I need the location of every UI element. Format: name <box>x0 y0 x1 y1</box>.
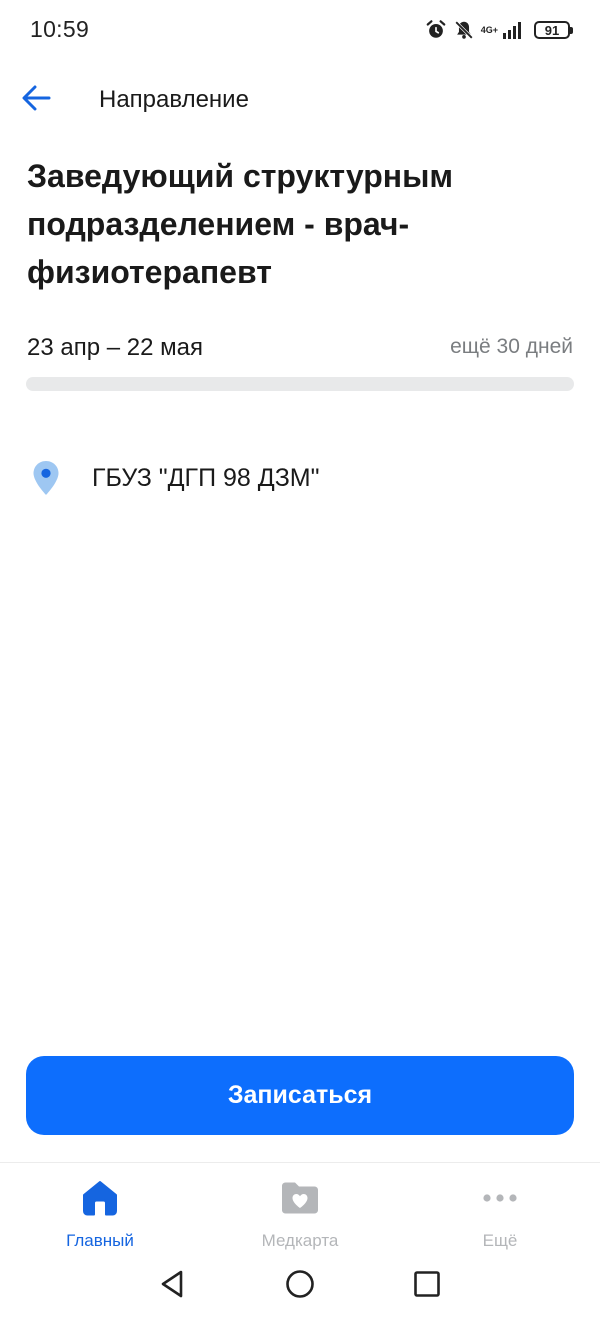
network-type-label: 4G+ <box>480 24 498 35</box>
system-back-button[interactable] <box>152 1266 192 1306</box>
system-home-button[interactable] <box>280 1266 320 1306</box>
nav-label-home: Главный <box>66 1231 134 1250</box>
location-pin-icon <box>30 458 62 498</box>
back-triangle-icon <box>159 1269 185 1304</box>
status-icons: 4G+ 91 <box>425 18 573 42</box>
arrow-left-icon <box>21 85 51 116</box>
battery-icon: 91 <box>534 21 573 39</box>
book-appointment-button[interactable]: Записаться <box>26 1056 574 1135</box>
app-bar: Направление <box>0 70 600 130</box>
medcard-folder-icon <box>280 1179 320 1217</box>
recents-square-icon <box>413 1270 441 1303</box>
nav-item-home[interactable]: Главный <box>0 1163 200 1253</box>
date-range: 23 апр – 22 мая <box>27 334 203 361</box>
validity-progress-bar <box>26 377 574 391</box>
page-title: Направление <box>99 86 249 113</box>
status-bar: 10:59 4G+ 91 <box>0 0 600 60</box>
nav-item-more[interactable]: Ещё <box>400 1163 600 1253</box>
days-left: ещё 30 дней <box>450 335 573 358</box>
alarm-icon <box>425 19 447 41</box>
nav-label-more: Ещё <box>482 1231 518 1250</box>
position-title: Заведующий структурным подразделением - … <box>27 158 454 290</box>
system-nav-bar <box>0 1252 600 1318</box>
location-row: ГБУЗ "ДГП 98 ДЗМ" <box>30 456 320 500</box>
location-name: ГБУЗ "ДГП 98 ДЗМ" <box>92 463 320 492</box>
home-circle-icon <box>285 1269 315 1304</box>
nav-item-medcard[interactable]: Медкарта <box>200 1163 400 1253</box>
status-time: 10:59 <box>30 16 90 42</box>
nav-label-medcard: Медкарта <box>261 1231 339 1250</box>
bottom-nav: Главный Медкарта Ещё <box>0 1162 600 1253</box>
back-button[interactable] <box>16 82 56 118</box>
more-dots-icon <box>482 1179 518 1217</box>
system-recents-button[interactable] <box>407 1266 447 1306</box>
mute-icon <box>453 19 475 41</box>
signal-icon <box>502 20 524 40</box>
home-icon <box>81 1179 119 1217</box>
